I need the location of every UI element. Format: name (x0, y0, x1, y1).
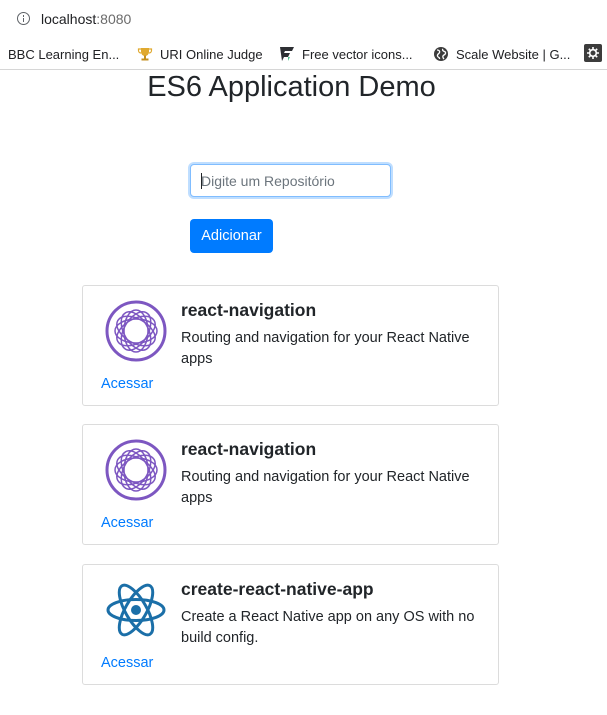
react-navigation-icon (105, 300, 167, 362)
extension-gear-icon[interactable] (584, 44, 602, 62)
repo-card: create-react-native-app Create a React N… (82, 564, 499, 685)
repo-description: Routing and navigation for your React Na… (181, 469, 470, 506)
access-link[interactable]: Acessar (101, 655, 153, 671)
repo-description: Create a React Native app on any OS with… (181, 609, 475, 646)
bookmarks-bar: BBC Learning En... URI Online Judge Free… (0, 38, 607, 70)
add-button[interactable]: Adicionar (190, 219, 273, 253)
repo-name: react-navigation (181, 300, 317, 320)
bookmark-flaticon[interactable]: Free vector icons... (279, 46, 413, 62)
page-title: ES6 Application Demo (147, 71, 436, 103)
repo-card: react-navigation Routing and navigation … (82, 285, 499, 406)
repository-input[interactable] (190, 164, 391, 197)
repo-card: react-navigation Routing and navigation … (82, 424, 499, 545)
globe-icon (434, 47, 448, 61)
bookmark-scale-website[interactable]: Scale Website | G... (433, 46, 570, 62)
info-icon[interactable] (17, 12, 30, 25)
repo-name: react-navigation (181, 439, 317, 459)
text-cursor (201, 173, 202, 189)
trophy-icon (137, 48, 153, 61)
url-text[interactable]: localhost:8080 (41, 11, 131, 27)
access-link[interactable]: Acessar (101, 515, 153, 531)
address-bar[interactable]: localhost:8080 (0, 0, 607, 38)
react-navigation-icon (105, 439, 167, 501)
react-atom-icon (106, 583, 166, 637)
access-link[interactable]: Acessar (101, 376, 153, 392)
repo-description: Routing and navigation for your React Na… (181, 330, 470, 367)
flaticon-icon (280, 47, 294, 61)
bookmark-bbc[interactable]: BBC Learning En... (8, 46, 119, 62)
bookmark-uri-online-judge[interactable]: URI Online Judge (137, 46, 263, 62)
repo-name: create-react-native-app (181, 579, 374, 599)
